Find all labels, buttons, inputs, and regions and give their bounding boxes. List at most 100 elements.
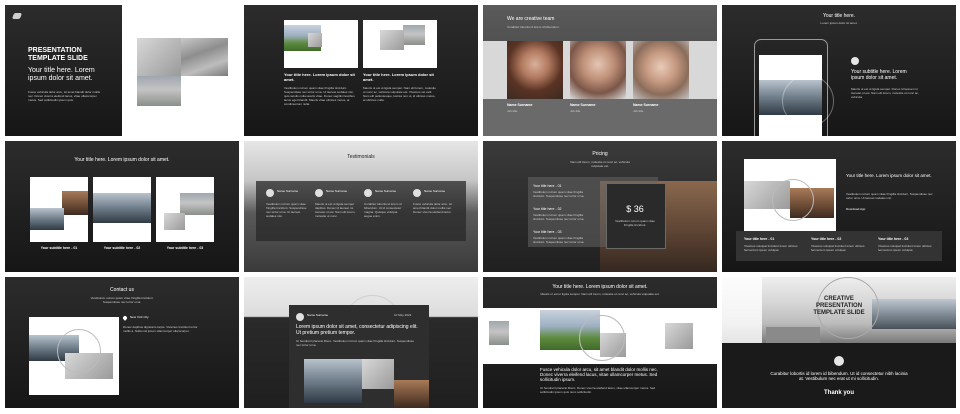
slide-8[interactable]: Your title here. Lorem ipsum dolor sit a… (722, 141, 956, 272)
slide-subtitle: Vestibulum rutrum quam vitae fringilla t… (90, 296, 154, 304)
white-block (722, 277, 762, 343)
member-3-name: Name Surname (633, 103, 659, 107)
col-3-text: Vivamus volutpat tincidunt lorem ultrice… (878, 244, 932, 252)
slide-3[interactable]: We are creative team Curabitur lobortis … (483, 5, 717, 136)
card-2-name: Name Surname (326, 189, 348, 193)
card-4-name: Name Surname (424, 189, 446, 193)
post-date: 10 May 2023 (394, 313, 412, 317)
member-2-name: Name Surname (570, 103, 596, 107)
item-1-title: Your title here - 01 (533, 184, 562, 188)
slide-body: Fusce vehicula dolor arcu, sit amet blan… (28, 90, 101, 102)
avatar (296, 313, 304, 321)
slide-title: Pricing (592, 151, 608, 157)
slide-title: Contact us (110, 287, 134, 293)
member-1-role: Job title (507, 109, 518, 113)
logo-icon (834, 356, 844, 366)
photo (380, 30, 404, 50)
slide-9[interactable]: Contact us Vestibulum rutrum quam vitae … (5, 277, 239, 408)
post-body: Ut hendrerit placerat libero. Vestibulum… (296, 339, 414, 347)
slide-body: Vestibulum rutrum quam vitae fringilla t… (846, 192, 933, 200)
photo (164, 213, 185, 230)
photo (137, 38, 181, 76)
thank-you: Thank you (823, 390, 854, 396)
card-label-3: Your subtitle here - 03 (166, 246, 204, 250)
slide-title: We are creative team (507, 16, 555, 22)
pin-icon (122, 315, 128, 321)
price-note: Vestibulum rutrum quam vitae fringilla t… (615, 219, 655, 227)
slide-title: PRESENTATION TEMPLATE SLIDE (28, 47, 88, 63)
photo (308, 33, 322, 47)
col-2-title: Your title here - 02 (811, 237, 842, 241)
slide-body: Mauris ut est ut ligula semper. Donec id… (851, 87, 919, 99)
post-title: Lorem ipsum dolor sit amet, consectetur … (296, 324, 418, 336)
author-name: Name Surname (307, 313, 329, 317)
slide-body: Ut hendrerit placerat libero. Donec vive… (540, 386, 656, 394)
photo (403, 25, 425, 45)
card-label-2: Your subtitle here - 02 (103, 246, 141, 250)
item-3-title: Your title here - 03 (533, 230, 562, 234)
col-1-text: Vivamus volutpat tincidunt lorem ultrice… (744, 244, 798, 252)
slide-title: Your title here. Lorem ipsum dolor sit a… (552, 284, 648, 290)
card-2-text: Mauris ut est ut ligula semper dapibus. … (315, 202, 356, 218)
photo (304, 359, 362, 403)
circle-decoration (579, 315, 625, 361)
body-title: Fusce vehicula dolor arcu, sit amet blan… (540, 367, 658, 383)
grey-block (766, 327, 820, 343)
photo (872, 299, 956, 329)
slide-12[interactable]: CREATIVE PRESENTATION TEMPLATE SLIDE Cur… (722, 277, 956, 408)
slide-6[interactable]: Testimonials Name Surname Vestibulum rut… (244, 141, 478, 272)
col-3-title: Your title here - 03 (878, 237, 909, 241)
price-box[interactable] (606, 183, 666, 249)
member-2-role: Job title (570, 109, 581, 113)
slide-title: Testimonials (347, 154, 375, 160)
item-2-title: Your title here - 02 (533, 207, 562, 211)
team-photo-3 (633, 41, 689, 99)
card-4-text: Fusce vehicula dolor arcu, sit amet blan… (413, 202, 452, 214)
circle-decoration (772, 179, 814, 221)
card-3-name: Name Surname (375, 189, 397, 193)
member-3-role: Job title (633, 109, 644, 113)
col2-body: Mauris ut est ut ligula semper. Nam elit… (363, 86, 436, 102)
photo (181, 38, 228, 76)
avatar (413, 189, 421, 197)
photo (180, 193, 214, 215)
slide-subtitle: Your title here. Lorem ipsum dolor sit a… (28, 67, 95, 83)
col-2-text: Vivamus volutpat tincidunt lorem ultrice… (811, 244, 865, 252)
address: New York City (130, 315, 149, 319)
slide-5[interactable]: Your title here. Lorem ipsum dolor sit a… (5, 141, 239, 272)
avatar (364, 189, 372, 197)
team-photo-2 (570, 41, 626, 99)
team-photo-1 (507, 41, 563, 99)
slide-7[interactable]: Pricing Nam elit lorem, molestie ut nunc… (483, 141, 717, 272)
price: $ 36 (626, 204, 644, 214)
slide-title: Your title here. (822, 13, 856, 19)
slide-body: Donec dapibus dignissim turpis. Vivamus … (123, 325, 198, 333)
slide-2[interactable]: Your title here. Lorem ipsum dolor sit a… (244, 5, 478, 136)
photo (489, 321, 509, 345)
slide-subtitle: Curabitur lobortis id lorem id bibendum. (507, 25, 560, 29)
slide-body: Curabitur lobortis id lorem id bibendum.… (770, 371, 908, 382)
photo (394, 380, 429, 408)
col2-title: Your title here. Lorem ipsum dolor sit a… (363, 72, 434, 82)
slide-title: Your title here. Lorem ipsum dolor sit a… (74, 157, 170, 163)
card-1-name: Name Surname (277, 189, 299, 193)
col1-body: Vestibulum rutrum quam vitae fringilla t… (284, 86, 355, 106)
item-2-text: Vestibulum rutrum quam vitae fringilla t… (533, 213, 585, 221)
slide-1[interactable]: PRESENTATION TEMPLATE SLIDE Your title h… (5, 5, 239, 136)
slide-subtitle: Mauris ut est ut ligula semper. Nam elit… (540, 292, 660, 296)
slide-subtitle: Nam elit lorem, molestie ut nunc ac, veh… (570, 160, 630, 168)
member-1-name: Name Surname (507, 103, 533, 107)
download-link[interactable]: Download App (846, 207, 865, 211)
slide-10[interactable]: Name Surname 10 May 2023 Lorem ipsum dol… (244, 277, 478, 408)
photo (137, 76, 181, 106)
photo (362, 359, 394, 389)
item-1-text: Vestibulum rutrum quam vitae fringilla t… (533, 190, 585, 198)
slide-4[interactable]: Your title here. Lorem ipsum dolor sit a… (722, 5, 956, 136)
slide-11[interactable]: Your title here. Lorem ipsum dolor sit a… (483, 277, 717, 408)
slides-grid: PRESENTATION TEMPLATE SLIDE Your title h… (0, 0, 960, 414)
photo (62, 191, 88, 215)
slide-subtitle: Your subtitle here. Lorem ipsum dolor si… (851, 69, 907, 81)
item-3-text: Vestibulum rutrum quam vitae fringilla t… (533, 236, 585, 244)
circle-decoration (57, 329, 101, 373)
photo (665, 323, 693, 349)
